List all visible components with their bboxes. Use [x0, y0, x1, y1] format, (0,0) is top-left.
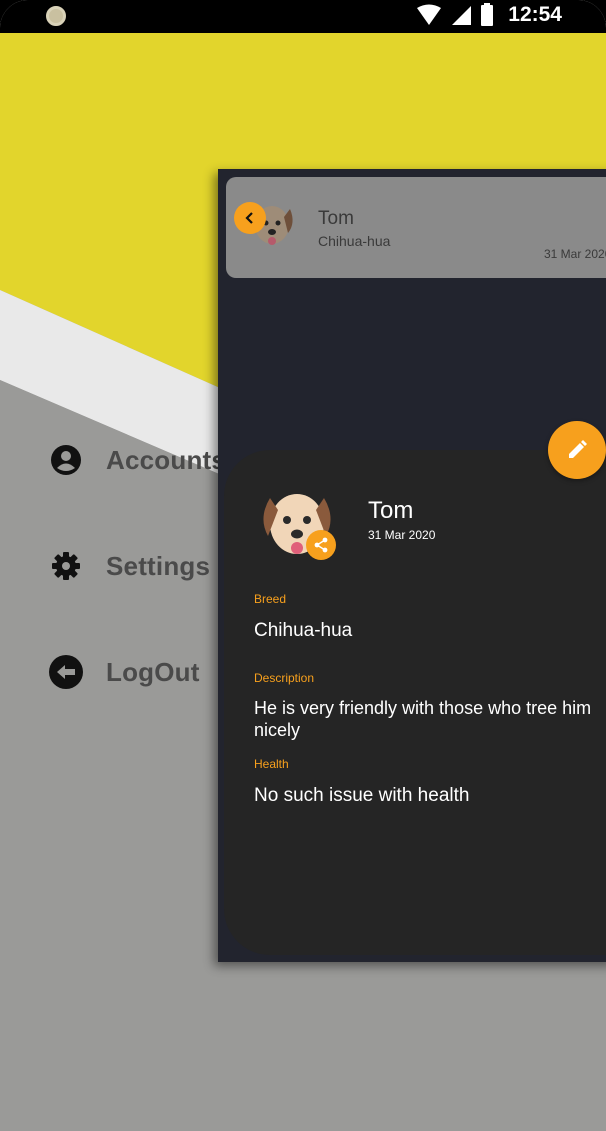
pet-date: 31 Mar 2020 [544, 247, 606, 261]
account-circle-icon [48, 442, 84, 478]
battery-icon [481, 3, 494, 26]
detail-pet-name: Tom [368, 497, 414, 524]
pet-breed: Chihua-hua [318, 233, 391, 249]
menu-item-label: LogOut [106, 656, 200, 687]
cellular-signal-icon [452, 6, 472, 25]
back-button[interactable] [234, 202, 266, 234]
description-label: Description [254, 671, 315, 685]
menu-item-settings[interactable]: Settings [48, 546, 210, 586]
status-time: 12:54 [508, 3, 562, 26]
health-label: Health [254, 757, 289, 771]
status-icons: 12:54 [416, 3, 562, 27]
health-value: No such issue with health [254, 785, 470, 806]
pet-detail-card: Tom 31 Mar 2020 Breed Chihua-hua Descrip… [224, 450, 606, 955]
pet-name: Tom [318, 208, 354, 229]
description-value: He is very friendly with those who tree … [254, 698, 592, 740]
logout-icon [48, 654, 84, 690]
menu-item-label: Settings [106, 550, 211, 581]
detail-pet-date: 31 Mar 2020 [368, 528, 436, 542]
breed-label: Breed [254, 592, 287, 606]
edit-button[interactable] [548, 421, 606, 479]
status-bar: 12:54 [0, 0, 606, 33]
phone-screen: 12:54 Accounts Settings LogOut Tom Chihu… [0, 0, 606, 1131]
breed-value: Chihua-hua [254, 620, 353, 641]
share-button[interactable] [306, 530, 336, 560]
menu-item-label: Accounts [106, 444, 227, 475]
pencil-icon [569, 440, 587, 458]
share-icon [314, 537, 328, 553]
pet-list-card[interactable]: Tom Chihua-hua 31 Mar 2020 [226, 177, 606, 278]
gear-icon [48, 548, 84, 584]
wifi-icon [417, 4, 442, 25]
chevron-left-icon [245, 212, 253, 224]
menu-item-accounts[interactable]: Accounts [48, 440, 226, 480]
notification-dot-icon [46, 6, 66, 26]
menu-item-logout[interactable]: LogOut [48, 652, 200, 692]
